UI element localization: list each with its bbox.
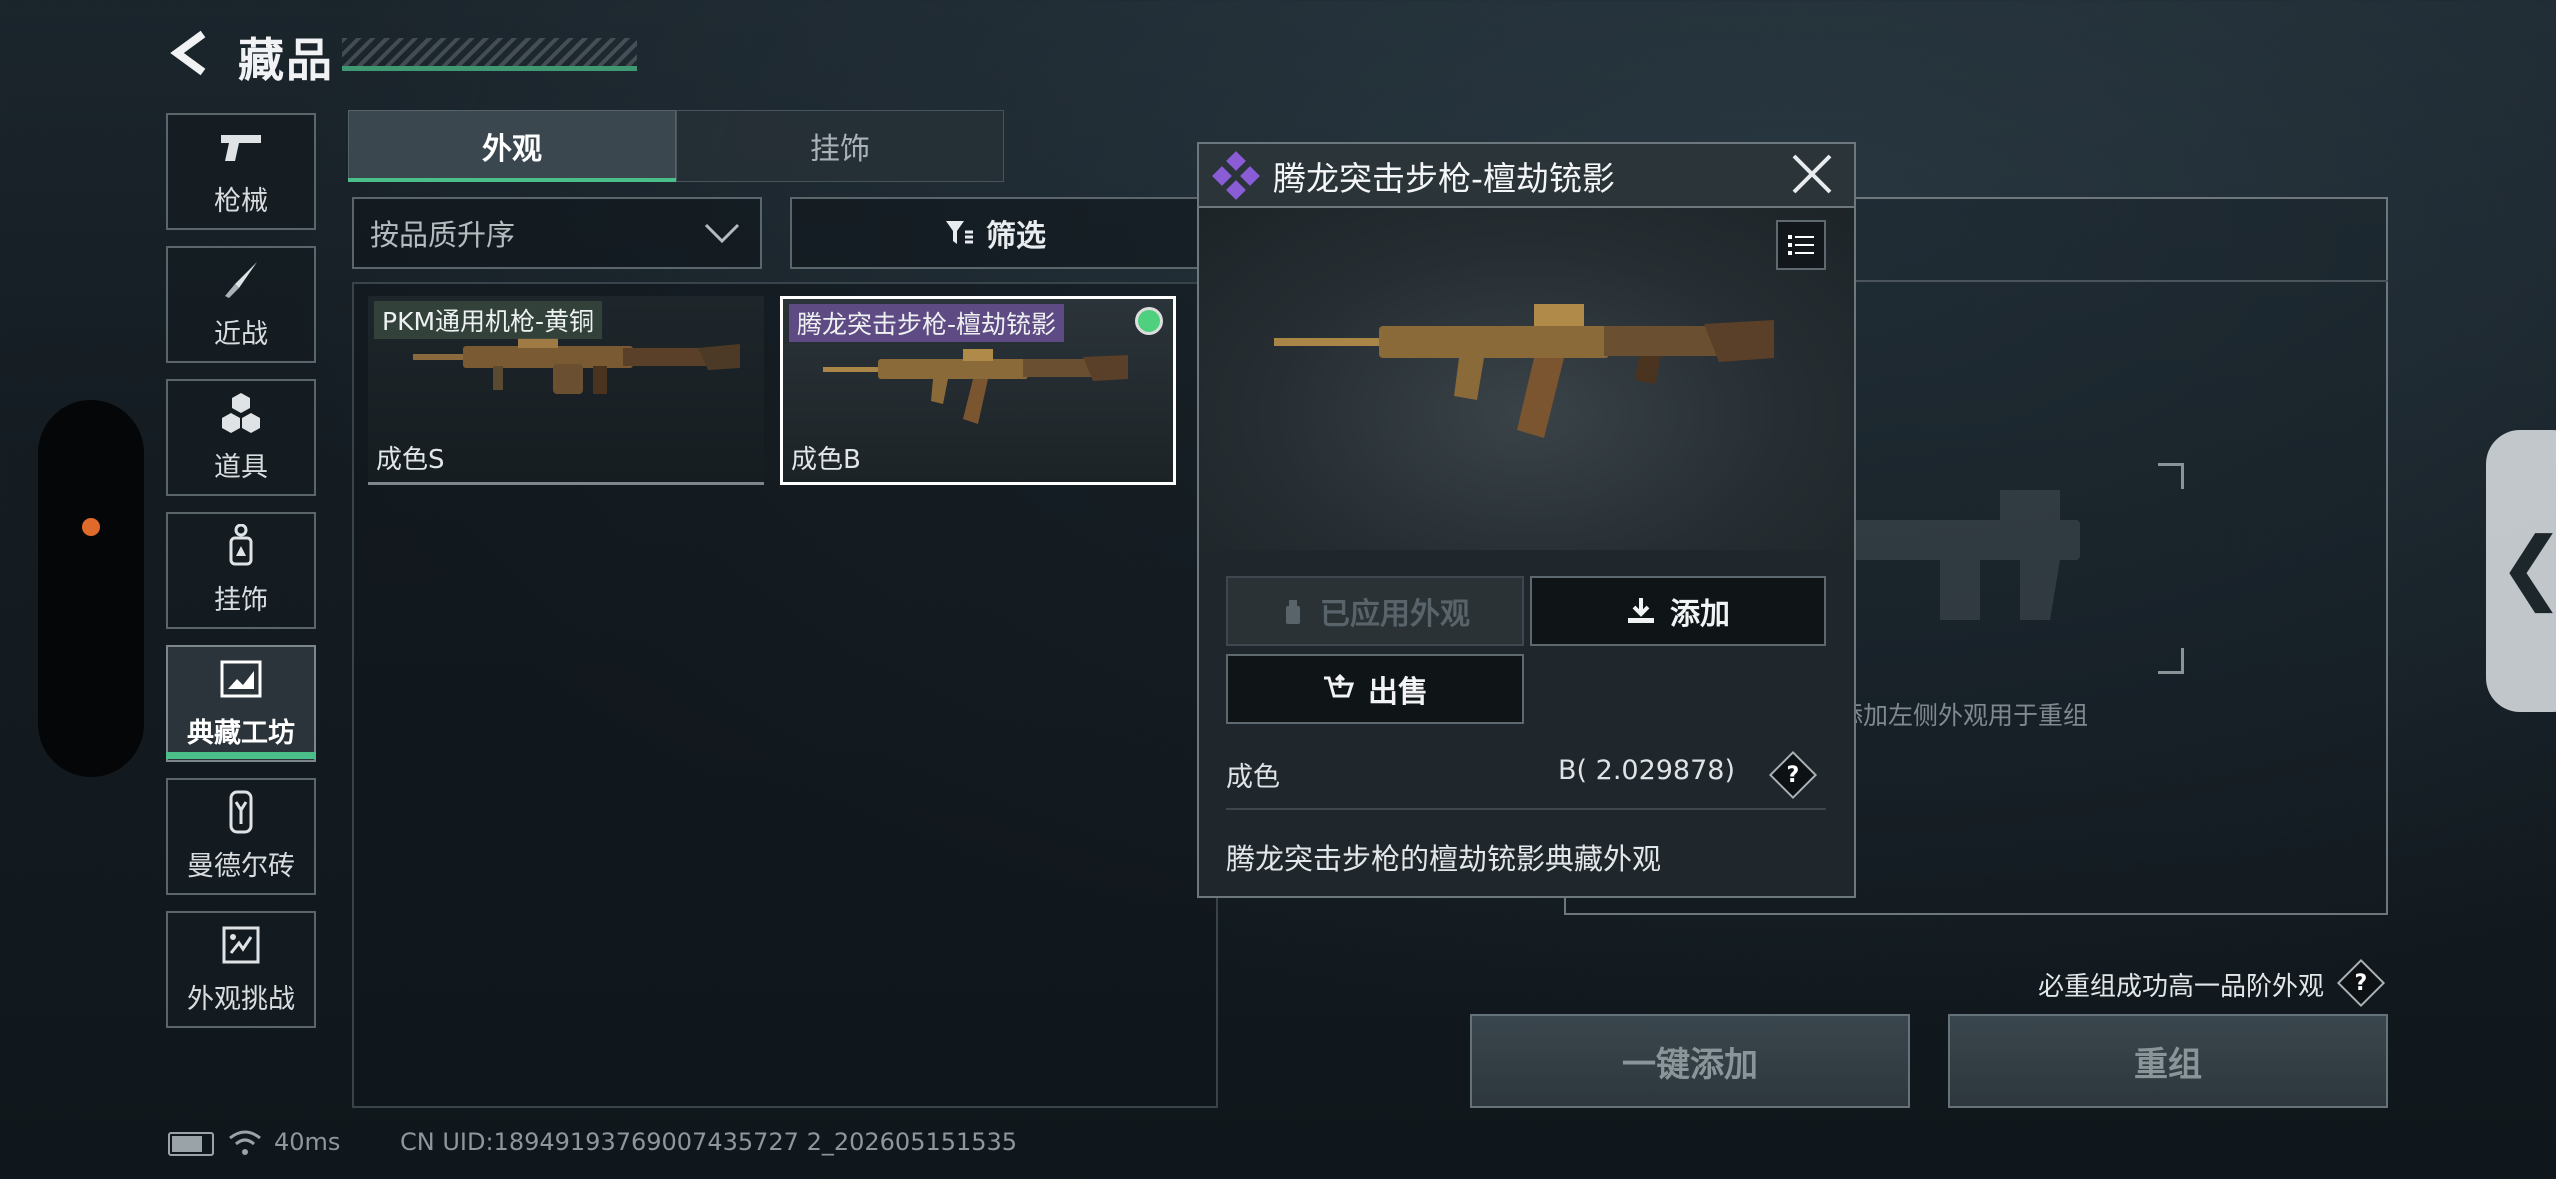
tab-appearance[interactable]: 外观 (348, 110, 676, 182)
reforge-button[interactable]: 重组 (1948, 1014, 2388, 1108)
nav-item-melee[interactable]: 近战 (166, 246, 316, 363)
skin-card-name: PKM通用机枪-黄铜 (374, 301, 603, 339)
nav-item-label: 道具 (214, 452, 268, 483)
back-arrow-icon[interactable] (165, 28, 215, 78)
condition-value: B( 2.029878) (1558, 755, 1736, 786)
nav-item-label: 挂饰 (214, 585, 268, 616)
skin-card-condition: 成色B (791, 445, 861, 475)
nav-item-label: 典藏工坊 (187, 718, 295, 749)
nav-active-indicator (166, 752, 316, 759)
applied-appearance-button: 已应用外观 (1226, 576, 1524, 646)
filter-button[interactable]: 筛选 (790, 197, 1200, 269)
nav-item-charms[interactable]: 挂饰 (166, 512, 316, 629)
sell-button[interactable]: 出售 (1226, 654, 1524, 724)
rarity-diamond-icon (1212, 151, 1260, 200)
filter-button-label: 筛选 (986, 219, 1046, 254)
close-icon[interactable] (1788, 150, 1836, 198)
nav-item-items[interactable]: 道具 (166, 379, 316, 496)
tab-charms[interactable]: 挂饰 (676, 110, 1004, 182)
chevron-left-icon: ❮ (2498, 520, 2556, 613)
popup-divider (1226, 808, 1826, 810)
brick-icon (219, 790, 263, 834)
sort-dropdown[interactable]: 按品质升序 (352, 197, 762, 269)
nav-item-label: 曼德尔砖 (187, 851, 295, 882)
chevron-down-icon (704, 223, 740, 244)
one-click-add-button[interactable]: 一键添加 (1470, 1014, 1910, 1108)
equipped-check-icon (1135, 307, 1163, 335)
help-icon[interactable]: ? (2336, 958, 2386, 1008)
wifi-icon (229, 1130, 261, 1155)
sell-cart-icon (1324, 674, 1354, 698)
knife-icon (219, 258, 263, 302)
nav-item-label: 近战 (214, 319, 268, 350)
nav-item-collection-workshop[interactable]: 典藏工坊 (166, 645, 316, 762)
frame-corner (2158, 648, 2184, 674)
add-button[interactable]: 添加 (1530, 576, 1826, 646)
reforge-notice: 必重组成功高一品阶外观 (2038, 972, 2325, 1002)
skin-card[interactable]: PKM通用机枪-黄铜 成色S (368, 296, 764, 485)
battery-level (172, 1136, 202, 1152)
nav-item-appearance-challenge[interactable]: 外观挑战 (166, 911, 316, 1028)
reforge-hint: 添加左侧外观用于重组 (1838, 701, 2089, 730)
title-decoration (342, 38, 637, 66)
placeholder-rifle-icon (1820, 490, 2080, 620)
spray-icon (1286, 600, 1300, 624)
condition-label: 成色 (1226, 762, 1280, 793)
nav-item-label: 外观挑战 (187, 984, 295, 1015)
filter-icon (946, 221, 973, 244)
challenge-icon (219, 923, 263, 967)
skin-card-name: 腾龙突击步枪-檀劫铳影 (789, 304, 1065, 342)
tab-active-underline (348, 178, 676, 182)
skin-description: 腾龙突击步枪的檀劫铳影典藏外观 (1226, 842, 1662, 876)
sort-dropdown-label: 按品质升序 (370, 218, 516, 252)
nav-item-label: 枪械 (214, 186, 268, 217)
page-title: 藏品 (238, 33, 334, 87)
skin-preview-image (1199, 208, 1854, 550)
hexagon-items-icon (219, 391, 263, 435)
nav-item-guns[interactable]: 枪械 (166, 113, 316, 230)
title-underline (342, 66, 637, 71)
side-toolbar-pill[interactable] (38, 400, 144, 777)
rifle-preview (1274, 304, 1774, 438)
notification-dot (82, 518, 100, 536)
ping-value: 40ms (274, 1128, 341, 1156)
framed-picture-icon (219, 657, 263, 701)
charm-icon (219, 524, 263, 568)
popup-title: 腾龙突击步枪-檀劫铳影 (1273, 159, 1615, 198)
list-icon[interactable] (1776, 220, 1826, 270)
nav-item-mandel-brick[interactable]: 曼德尔砖 (166, 778, 316, 895)
skin-card-condition: 成色S (376, 445, 445, 475)
skin-card-selected[interactable]: 腾龙突击步枪-檀劫铳影 成色B (780, 296, 1176, 485)
download-icon (1628, 598, 1654, 623)
user-uid: CN UID:18949193769007435727 2_2026051515… (400, 1128, 1018, 1156)
pistol-icon (219, 125, 263, 169)
frame-corner (2158, 463, 2184, 489)
